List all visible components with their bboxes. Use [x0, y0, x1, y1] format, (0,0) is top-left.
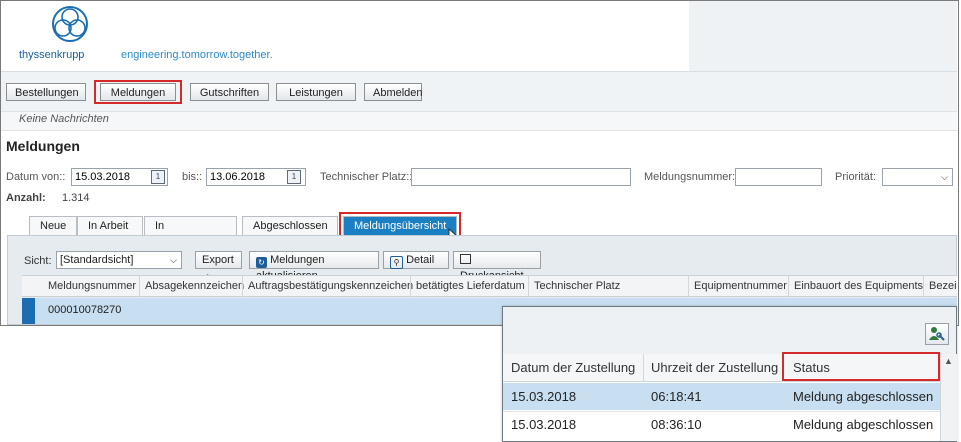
column-divider: [242, 275, 243, 297]
tech-place-label: Technischer Platz::: [320, 171, 413, 183]
popup-cell-status: Meldung abgeschlossen: [793, 417, 934, 432]
column-divider: [688, 275, 689, 297]
brand-slogan: engineering.tomorrow.together.: [121, 49, 273, 61]
tab-abgeschlossen[interactable]: Abgeschlossen: [242, 216, 338, 235]
scroll-up-icon[interactable]: ▲: [944, 356, 953, 366]
user-settings-icon: [929, 327, 945, 341]
calendar-icon[interactable]: 1: [287, 170, 301, 184]
column-header-einbauort[interactable]: Einbauort des Equipments: [794, 275, 923, 297]
column-divider: [923, 275, 924, 297]
thyssenkrupp-logo-icon: [52, 6, 88, 42]
detail-button[interactable]: ⚲ Detail: [383, 251, 449, 269]
brand-name: thyssenkrupp: [19, 49, 85, 61]
highlight-status-header: [782, 352, 940, 381]
column-header-lieferdatum[interactable]: betätigtes Lieferdatum: [416, 275, 525, 297]
column-header-bezeichnung[interactable]: Bezeic: [929, 275, 957, 297]
export-button[interactable]: Export ◢: [195, 251, 242, 281]
date-to-label: bis::: [182, 171, 203, 183]
priority-label: Priorität:: [835, 171, 876, 183]
column-divider: [643, 354, 644, 382]
refresh-button[interactable]: ↻ Meldungen aktualisieren: [249, 251, 379, 282]
priority-select[interactable]: ⌵: [882, 168, 953, 186]
column-divider: [528, 275, 529, 297]
popup-cell-uhrzeit: 08:36:10: [651, 417, 702, 432]
popup-cell-uhrzeit: 06:18:41: [651, 389, 702, 404]
detail-label: Detail: [406, 254, 435, 266]
tab-neue[interactable]: Neue: [29, 216, 77, 235]
nav-button-leistungen[interactable]: Leistungen: [276, 83, 356, 101]
view-value: [Standardsicht]: [60, 254, 134, 266]
column-header-absagekennzeichen[interactable]: Absagekennzeichen: [145, 275, 244, 297]
column-divider: [788, 275, 789, 297]
popup-scrollbar[interactable]: ▲: [940, 354, 957, 441]
nav-button-bestellungen[interactable]: Bestellungen: [6, 83, 86, 101]
tab-in-bearbeitung[interactable]: In Bearbeitung: [144, 216, 237, 251]
message-bar: [1, 111, 957, 131]
column-divider: [139, 275, 140, 297]
print-icon: [460, 254, 471, 264]
message-text: Keine Nachrichten: [19, 113, 109, 125]
notif-number-label: Meldungsnummer:: [644, 171, 736, 183]
column-divider: [410, 275, 411, 297]
count-label: Anzahl:: [6, 192, 46, 204]
popup-column-header-uhrzeit[interactable]: Uhrzeit der Zustellung: [651, 354, 778, 382]
view-select[interactable]: [Standardsicht] ⌵: [56, 251, 182, 269]
header-logo-area: [1, 1, 689, 71]
column-header-meldungsnummer[interactable]: Meldungsnummer: [48, 275, 136, 297]
nav-button-abmelden[interactable]: Abmelden: [364, 83, 423, 101]
chevron-down-icon: ⌵: [941, 172, 948, 182]
popup-cell-datum: 15.03.2018: [511, 417, 577, 432]
date-from-label: Datum von::: [6, 171, 66, 183]
column-header-auftragsbestaetigung[interactable]: Auftragsbestätigungskennzeichen: [248, 275, 413, 297]
page-title: Meldungen: [6, 138, 80, 154]
popup-cell-datum: 15.03.2018: [511, 389, 577, 404]
highlight-meldungen: [94, 80, 182, 104]
tech-place-input[interactable]: [411, 168, 631, 186]
column-header-technischer-platz[interactable]: Technischer Platz: [534, 275, 620, 297]
tab-in-arbeit[interactable]: In Arbeit: [77, 216, 143, 235]
view-label: Sicht:: [24, 255, 52, 267]
calendar-icon[interactable]: 1: [151, 170, 165, 184]
settings-button[interactable]: [925, 323, 949, 345]
popup-cell-status: Meldung abgeschlossen: [793, 389, 934, 404]
chevron-down-icon: ⌵: [170, 255, 177, 265]
nav-button-gutschriften[interactable]: Gutschriften: [190, 83, 269, 101]
header-right-area: [689, 1, 957, 71]
popup-column-header-datum[interactable]: Datum der Zustellung: [511, 354, 635, 382]
column-header-equipmentnummer[interactable]: Equipmentnummer: [694, 275, 787, 297]
export-label: Export: [202, 254, 234, 266]
popup-toolbar: [503, 307, 956, 354]
notif-number-input[interactable]: [735, 168, 822, 186]
count-value: 1.314: [62, 192, 90, 204]
print-button[interactable]: Druckansicht: [453, 251, 541, 282]
detail-icon: ⚲: [390, 256, 403, 269]
cell-meldungsnummer: 000010078270: [48, 304, 122, 316]
row-selector[interactable]: [22, 298, 35, 324]
refresh-icon: ↻: [256, 257, 267, 268]
